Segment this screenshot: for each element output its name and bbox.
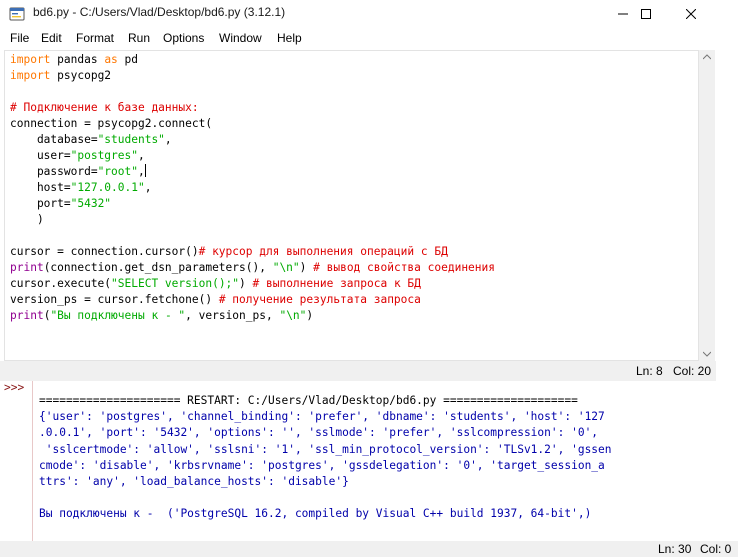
code-token: import bbox=[10, 53, 51, 66]
shell-output[interactable]: >>> ===================== RESTART: C:/Us… bbox=[0, 381, 716, 541]
code-token: "\n" bbox=[272, 261, 300, 274]
code-token: , bbox=[164, 133, 172, 146]
code-token: database= bbox=[10, 133, 98, 146]
shell-line-number: Ln: 30 bbox=[658, 542, 692, 556]
code-token: ) bbox=[10, 213, 44, 226]
code-line: # Подключение к базе данных: bbox=[10, 100, 495, 116]
maximize-button[interactable] bbox=[623, 0, 669, 28]
code-token: # получение результата запроса bbox=[218, 293, 421, 306]
code-token: cursor.execute( bbox=[10, 277, 112, 290]
code-token: # выполнение запроса к БД bbox=[252, 277, 421, 290]
code-token: pandas bbox=[50, 53, 105, 66]
menu-window[interactable]: Window bbox=[219, 31, 262, 45]
shell-line: Вы подключены к - ('PostgreSQL 16.2, com… bbox=[39, 507, 592, 521]
shell-line: cmode': 'disable', 'krbsrvname': 'postgr… bbox=[39, 458, 605, 472]
code-line: ) bbox=[10, 212, 495, 228]
code-line: password="root", bbox=[10, 164, 495, 180]
shell-line: ===================== RESTART: C:/Users/… bbox=[39, 394, 578, 407]
code-token: ) bbox=[239, 277, 253, 290]
code-line: print(connection.get_dsn_parameters(), "… bbox=[10, 260, 495, 276]
code-token: version_ps = cursor.fetchone() bbox=[10, 293, 219, 306]
shell-column-number: Col: 0 bbox=[700, 542, 732, 556]
menu-bar: File Edit Format Run Options Window Help bbox=[0, 28, 738, 50]
shell-line: {'user': 'postgres', 'channel_binding': … bbox=[39, 410, 605, 424]
shell-sidebar-divider bbox=[32, 381, 33, 541]
editor-status-bar: Ln: 8 Col: 20 bbox=[0, 361, 716, 381]
menu-format[interactable]: Format bbox=[76, 31, 114, 45]
shell-status-bar: Ln: 30 Col: 0 bbox=[0, 541, 738, 557]
close-icon bbox=[686, 9, 696, 19]
code-token: # курсор для выполнения операций с БД bbox=[198, 245, 448, 258]
code-token: host= bbox=[10, 181, 71, 194]
maximize-icon bbox=[641, 9, 651, 19]
shell-text: ===================== RESTART: C:/Users/… bbox=[39, 393, 612, 523]
column-number: Col: 20 bbox=[673, 364, 712, 378]
shell-line: 'sslcertmode': 'allow', 'sslsni': '1', '… bbox=[39, 442, 612, 456]
code-token: , bbox=[137, 149, 145, 162]
code-token: # Подключение к базе данных: bbox=[10, 101, 199, 114]
line-number: Ln: 8 bbox=[636, 364, 663, 378]
code-token: cursor = connection.cursor() bbox=[10, 245, 199, 258]
code-token: "5432" bbox=[70, 197, 112, 210]
code-token: print bbox=[10, 309, 44, 322]
menu-edit[interactable]: Edit bbox=[41, 31, 62, 45]
shell-line: .0.0.1', 'port': '5432', 'options': '', … bbox=[39, 426, 599, 440]
code-token: "students" bbox=[97, 133, 165, 146]
menu-options[interactable]: Options bbox=[163, 31, 204, 45]
shell-line: ttrs': 'any', 'load_balance_hosts': 'dis… bbox=[39, 474, 349, 488]
code-token: ) bbox=[299, 261, 314, 274]
scroll-up-icon[interactable] bbox=[703, 54, 711, 60]
code-token: # вывод свойства соединения bbox=[313, 261, 495, 274]
code-token: ) bbox=[306, 309, 314, 322]
code-token: connection = psycopg2.connect( bbox=[10, 117, 213, 130]
window-title: bd6.py - C:/Users/Vlad/Desktop/bd6.py (3… bbox=[33, 5, 286, 19]
code-token: "127.0.0.1" bbox=[70, 181, 145, 194]
code-token: "Вы подключены к - " bbox=[50, 309, 186, 322]
code-token: psycopg2 bbox=[50, 69, 112, 82]
code-token: , version_ps, bbox=[185, 309, 280, 322]
code-line: connection = psycopg2.connect( bbox=[10, 116, 495, 132]
code-line: user="postgres", bbox=[10, 148, 495, 164]
code-token: "postgres" bbox=[70, 149, 138, 162]
code-token: print bbox=[10, 261, 44, 274]
code-editor[interactable]: import pandas as pd import psycopg2 # Подк… bbox=[4, 50, 699, 361]
title-bar: bd6.py - C:/Users/Vlad/Desktop/bd6.py (3… bbox=[0, 0, 738, 28]
editor-scrollbar[interactable] bbox=[699, 50, 715, 361]
code-token: user= bbox=[10, 149, 71, 162]
code-token: port= bbox=[10, 197, 71, 210]
menu-file[interactable]: File bbox=[10, 31, 29, 45]
code-token: , bbox=[137, 165, 145, 178]
code-line: import psycopg2 bbox=[10, 68, 495, 84]
window-edge bbox=[716, 50, 738, 541]
code-line: host="127.0.0.1", bbox=[10, 180, 495, 196]
code-token: "\n" bbox=[279, 309, 307, 322]
code-token: import bbox=[10, 69, 51, 82]
code-line: version_ps = cursor.fetchone() # получен… bbox=[10, 292, 495, 308]
code-line: print("Вы подключены к - ", version_ps, … bbox=[10, 308, 495, 324]
code-text: import pandas as pd import psycopg2 # Подк… bbox=[10, 52, 495, 324]
code-token: as bbox=[104, 53, 118, 66]
code-line: database="students", bbox=[10, 132, 495, 148]
code-token: "SELECT version();" bbox=[111, 277, 240, 290]
code-token: "root" bbox=[97, 165, 138, 178]
idle-python-icon bbox=[9, 7, 25, 21]
text-cursor bbox=[144, 164, 146, 177]
code-line: import pandas as pd bbox=[10, 52, 495, 68]
code-token: password= bbox=[10, 165, 98, 178]
code-token: , bbox=[144, 181, 152, 194]
code-line: cursor = connection.cursor()# курсор для… bbox=[10, 244, 495, 260]
code-line: port="5432" bbox=[10, 196, 495, 212]
menu-help[interactable]: Help bbox=[277, 31, 302, 45]
menu-run[interactable]: Run bbox=[128, 31, 150, 45]
code-line: cursor.execute("SELECT version();") # вы… bbox=[10, 276, 495, 292]
shell-prompt: >>> bbox=[4, 381, 25, 394]
code-token: (connection.get_dsn_parameters(), bbox=[43, 261, 273, 274]
close-button[interactable] bbox=[668, 0, 714, 28]
scroll-down-icon[interactable] bbox=[703, 351, 711, 357]
code-token: pd bbox=[117, 53, 139, 66]
